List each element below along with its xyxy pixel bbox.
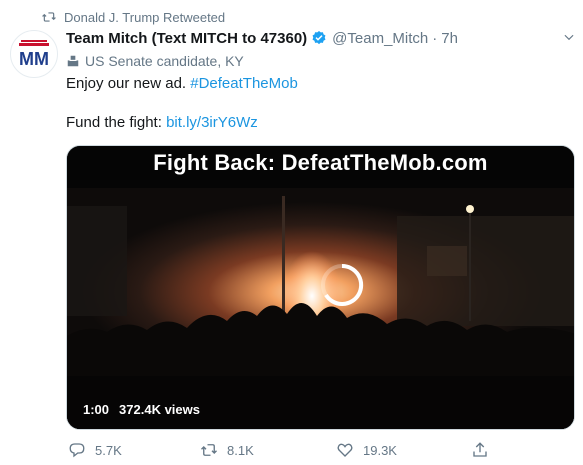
tweet-card[interactable]: Donald J. Trump Retweeted MM Team Mitch … [0, 0, 583, 465]
tweet-text-line-1: Enjoy our new ad. #DefeatTheMob [66, 74, 576, 94]
tweet-text: Enjoy our new ad. [66, 75, 187, 92]
retweet-icon [42, 12, 56, 22]
chevron-down-icon[interactable] [562, 30, 576, 44]
retweet-button[interactable]: 8.1K [200, 441, 254, 459]
tweet-actions: 5.7K 8.1K 19.3K [66, 440, 575, 460]
account-label: US Senate candidate, KY [66, 52, 576, 70]
like-count: 19.3K [363, 442, 397, 458]
video-title-text: Fight Back: DefeatTheMob.com [153, 150, 488, 175]
ballot-box-icon [67, 55, 79, 67]
short-url-link[interactable]: bit.ly/3irY6Wz [166, 114, 258, 131]
retweet-icon [201, 444, 217, 456]
retweet-count: 8.1K [227, 442, 254, 458]
verified-badge-icon [312, 31, 326, 45]
video-meta: 1:00 372.4K views [83, 402, 200, 417]
retweet-context: Donald J. Trump Retweeted [42, 8, 225, 26]
hashtag-link[interactable]: #DefeatTheMob [190, 75, 298, 92]
video-duration: 1:00 [83, 402, 110, 417]
reply-count: 5.7K [95, 442, 122, 458]
author-display-name[interactable]: Team Mitch (Text MITCH to 47360) [66, 30, 307, 47]
share-icon [473, 442, 487, 457]
retweet-context-label[interactable]: Donald J. Trump Retweeted [64, 10, 225, 25]
reply-button[interactable]: 5.7K [68, 441, 122, 459]
tweet-text-line-2: Fund the fight: bit.ly/3irY6Wz [66, 113, 576, 133]
separator-dot: · [432, 29, 438, 47]
avatar[interactable]: MM [10, 30, 58, 78]
account-label-text: US Senate candidate, KY [85, 53, 244, 69]
tweet-text-fund: Fund the fight: [66, 114, 162, 131]
share-button[interactable] [471, 441, 498, 459]
like-button[interactable]: 19.3K [336, 441, 397, 459]
loading-spinner-icon [321, 263, 364, 306]
author-handle[interactable]: @Team_Mitch [332, 30, 428, 47]
reply-icon [69, 443, 85, 458]
video-player[interactable]: Fight Back: DefeatTheMob.com 1:00 372.4K… [66, 145, 575, 430]
heart-icon [337, 443, 353, 457]
video-views: 372.4K views [119, 402, 200, 417]
avatar-initials: MM [19, 49, 49, 69]
tweet-timestamp[interactable]: 7h [441, 30, 458, 47]
team-mitch-logo: MM [19, 40, 49, 69]
